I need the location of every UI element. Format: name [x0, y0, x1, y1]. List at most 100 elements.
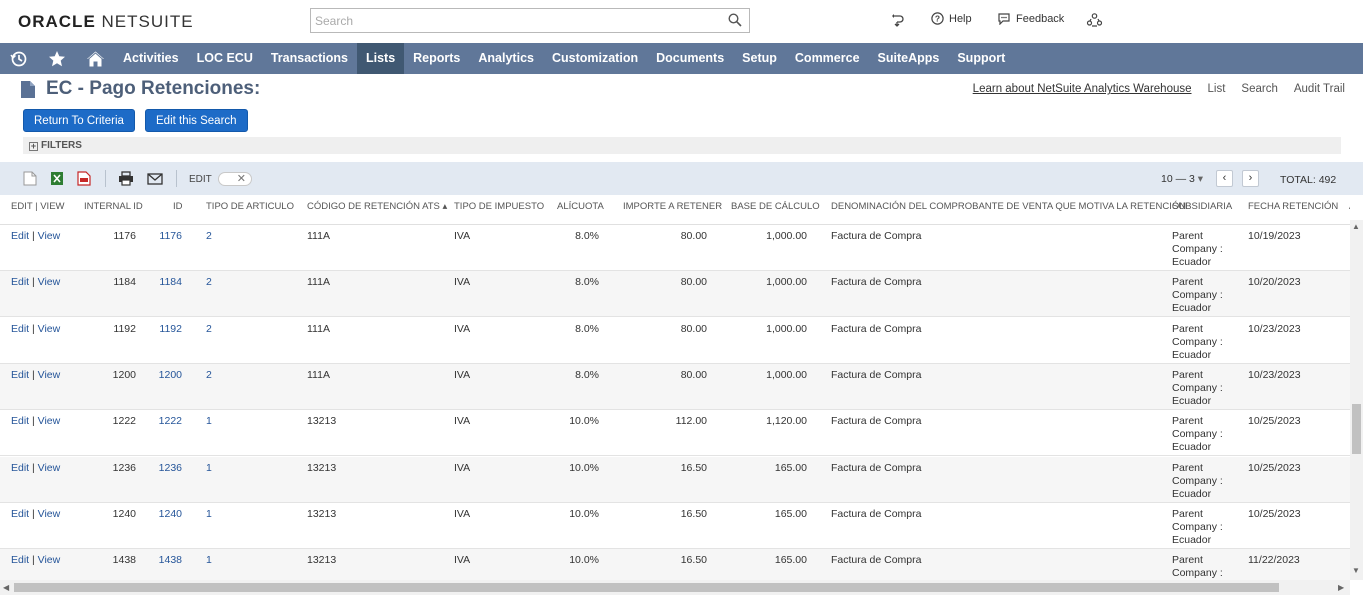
- cell-tipo[interactable]: 2: [206, 230, 212, 243]
- table-row: Edit | View 1184 1184 2 111A IVA 8.0% 80.00 1,00…: [0, 271, 1350, 318]
- scroll-right-icon[interactable]: ▶: [1338, 583, 1344, 592]
- col-codigo-retencion[interactable]: CÓDIGO DE RETENCIÓN ATS ▴: [307, 201, 447, 212]
- next-page-button[interactable]: ›: [1242, 170, 1259, 187]
- cell-id[interactable]: 1240: [159, 508, 182, 521]
- col-tipo-articulo[interactable]: TIPO DE ARTICULO: [206, 201, 294, 212]
- edit-link[interactable]: Edit: [11, 508, 29, 520]
- cell-id[interactable]: 1236: [159, 462, 182, 475]
- page-size-select[interactable]: 10 — 3 ▾: [1161, 173, 1203, 185]
- col-tipo-impuesto[interactable]: TIPO DE IMPUESTO: [454, 201, 544, 212]
- edit-link[interactable]: Edit: [11, 323, 29, 335]
- col-alicuota[interactable]: ALÍCUOTA: [557, 201, 604, 212]
- roles-icon[interactable]: [1086, 12, 1103, 29]
- star-icon[interactable]: [38, 43, 76, 74]
- horizontal-scroll-thumb[interactable]: [14, 583, 1279, 592]
- nav-setup[interactable]: Setup: [733, 43, 786, 74]
- edit-link[interactable]: Edit: [11, 369, 29, 381]
- cell-tipo[interactable]: 1: [206, 508, 212, 521]
- filters-toggle[interactable]: + FILTERS: [23, 137, 1341, 154]
- vertical-scrollbar[interactable]: [1350, 220, 1363, 580]
- inline-edit-toggle[interactable]: ✕: [218, 172, 252, 186]
- col-denominacion[interactable]: DENOMINACIÓN DEL COMPROBANTE DE VENTA QU…: [831, 201, 1186, 212]
- recent-records-icon[interactable]: [890, 13, 905, 28]
- cell-impuesto: IVA: [454, 368, 471, 381]
- view-link[interactable]: View: [38, 508, 61, 520]
- edit-link[interactable]: Edit: [11, 554, 29, 566]
- scroll-left-icon[interactable]: ◀: [3, 583, 9, 592]
- search-link[interactable]: Search: [1241, 83, 1277, 95]
- email-icon[interactable]: [147, 171, 163, 186]
- col-id[interactable]: ID: [173, 201, 183, 212]
- cell-tipo[interactable]: 2: [206, 369, 212, 382]
- nav-support[interactable]: Support: [948, 43, 1014, 74]
- nav-customization[interactable]: Customization: [543, 43, 647, 74]
- cell-id[interactable]: 1184: [159, 276, 182, 289]
- view-link[interactable]: View: [38, 323, 61, 335]
- nav-suiteapps[interactable]: SuiteApps: [869, 43, 949, 74]
- col-edit-view[interactable]: EDIT | VIEW: [11, 201, 65, 212]
- col-internal-id[interactable]: INTERNAL ID: [84, 201, 143, 212]
- view-link[interactable]: View: [38, 462, 61, 474]
- total-count: TOTAL: 492: [1280, 174, 1337, 186]
- view-link[interactable]: View: [38, 276, 61, 288]
- export-excel-icon[interactable]: [50, 171, 64, 186]
- cell-tipo[interactable]: 1: [206, 462, 212, 475]
- home-icon[interactable]: [76, 43, 114, 74]
- edit-link[interactable]: Edit: [11, 415, 29, 427]
- nav-transactions[interactable]: Transactions: [262, 43, 357, 74]
- cell-tipo[interactable]: 1: [206, 554, 212, 567]
- vertical-scroll-thumb[interactable]: [1352, 404, 1361, 454]
- global-search[interactable]: [310, 8, 750, 33]
- cell-id[interactable]: 1438: [159, 554, 182, 567]
- scroll-down-icon[interactable]: ▼: [1352, 566, 1360, 575]
- cell-tipo[interactable]: 1: [206, 415, 212, 428]
- netsuite-logo[interactable]: ORACLE NETSUITE: [18, 12, 194, 32]
- cell-alicuota: 10.0%: [569, 461, 599, 474]
- cell-fecha: 10/20/2023: [1248, 276, 1301, 289]
- list-link[interactable]: List: [1208, 83, 1226, 95]
- scroll-up-icon[interactable]: ▲: [1352, 222, 1360, 231]
- view-link[interactable]: View: [38, 230, 61, 242]
- col-subsidiaria[interactable]: SUBSIDIARIA: [1172, 201, 1232, 212]
- search-icon[interactable]: [728, 13, 742, 27]
- cell-id[interactable]: 1176: [159, 230, 182, 243]
- cell-internal-id: 1236: [112, 461, 136, 474]
- export-csv-icon[interactable]: [23, 171, 37, 186]
- export-pdf-icon[interactable]: [77, 171, 91, 186]
- analytics-warehouse-link[interactable]: Learn about NetSuite Analytics Warehouse: [973, 83, 1192, 95]
- print-icon[interactable]: [118, 171, 134, 186]
- col-importe-retener[interactable]: IMPORTE A RETENER: [623, 201, 722, 212]
- edit-search-button[interactable]: Edit this Search: [145, 109, 248, 132]
- nav-loc-ecu[interactable]: LOC ECU: [188, 43, 262, 74]
- search-input[interactable]: [311, 9, 711, 32]
- cell-id[interactable]: 1192: [159, 323, 182, 336]
- cell-id[interactable]: 1200: [159, 369, 182, 382]
- col-fecha-retencion[interactable]: FECHA RETENCIÓN: [1248, 201, 1338, 212]
- cell-importe: 16.50: [680, 507, 707, 520]
- col-base-calculo[interactable]: BASE DE CÁLCULO: [731, 201, 820, 212]
- edit-link[interactable]: Edit: [11, 230, 29, 242]
- previous-page-button[interactable]: ‹: [1216, 170, 1233, 187]
- nav-commerce[interactable]: Commerce: [786, 43, 869, 74]
- cell-internal-id: 1240: [112, 507, 136, 520]
- col-truncated[interactable]: AN: [1349, 201, 1350, 212]
- nav-activities[interactable]: Activities: [114, 43, 188, 74]
- help-link[interactable]: ? Help: [931, 12, 972, 25]
- audit-trail-link[interactable]: Audit Trail: [1294, 83, 1345, 95]
- recent-nav-icon[interactable]: [0, 43, 38, 74]
- view-link[interactable]: View: [38, 369, 61, 381]
- cell-denominacion: Factura de Compra: [831, 507, 922, 520]
- edit-link[interactable]: Edit: [11, 462, 29, 474]
- view-link[interactable]: View: [38, 415, 61, 427]
- feedback-link[interactable]: Feedback: [997, 12, 1064, 25]
- return-to-criteria-button[interactable]: Return To Criteria: [23, 109, 135, 132]
- cell-id[interactable]: 1222: [159, 415, 182, 428]
- edit-link[interactable]: Edit: [11, 276, 29, 288]
- cell-tipo[interactable]: 2: [206, 323, 212, 336]
- nav-analytics[interactable]: Analytics: [469, 43, 543, 74]
- nav-reports[interactable]: Reports: [404, 43, 469, 74]
- nav-documents[interactable]: Documents: [647, 43, 733, 74]
- view-link[interactable]: View: [38, 554, 61, 566]
- cell-tipo[interactable]: 2: [206, 276, 212, 289]
- nav-lists[interactable]: Lists: [356, 43, 405, 74]
